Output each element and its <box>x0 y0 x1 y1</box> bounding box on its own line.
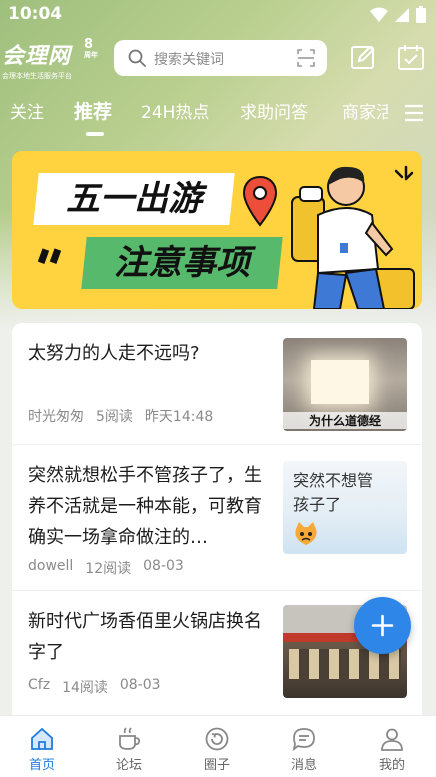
article-feed: 太努力的人走不远吗? 时光匆匆 5阅读 昨天14:48 为什么道德经 突然就想松… <box>12 323 422 723</box>
article-title[interactable]: 新时代广场香佰里火锅店换名字了 <box>28 606 276 668</box>
traveler-illustration <box>291 165 415 309</box>
article-reads: 12阅读 <box>85 561 132 577</box>
article-item[interactable]: 突然就想松手不管孩子了，生养不活就是一种本能，可教育确实一场拿命做注的… dow… <box>12 445 422 591</box>
top-bar: 会理网 8 周年 会理本地生活服务平台 搜索关键词 <box>0 36 436 84</box>
tab-recommend[interactable]: 推荐 <box>74 97 112 124</box>
article-title[interactable]: 太努力的人走不远吗? <box>28 338 276 369</box>
tab-follow[interactable]: 关注 <box>10 98 44 123</box>
article-meta: dowell 12阅读 08-03 <box>28 558 184 578</box>
nav-mine-label: 我的 <box>378 758 405 773</box>
article-time: 08-03 <box>119 677 161 693</box>
article-meta: 时光匆匆 5阅读 昨天14:48 <box>28 406 213 426</box>
article-meta: Cfz 14阅读 08-03 <box>28 677 161 697</box>
checkin-calendar-icon[interactable] <box>396 42 426 72</box>
wifi-icon <box>370 7 388 22</box>
anniversary-number: 8 <box>84 37 94 52</box>
article-item[interactable]: 太努力的人走不远吗? 时光匆匆 5阅读 昨天14:48 为什么道德经 <box>12 323 422 445</box>
article-thumbnail[interactable]: 为什么道德经 <box>283 338 407 431</box>
app-logo[interactable]: 会理网 8 周年 会理本地生活服务平台 <box>2 38 106 82</box>
article-title[interactable]: 突然就想松手不管孩子了，生养不活就是一种本能，可教育确实一场拿命做注的… <box>28 460 276 553</box>
status-icons <box>370 6 426 23</box>
thumb-window-light <box>311 360 369 404</box>
status-time: 10:04 <box>8 4 63 24</box>
angry-cat-emoji-icon <box>295 522 317 545</box>
logo-slogan: 会理本地生活服务平台 <box>2 72 72 80</box>
post-edit-icon[interactable] <box>348 42 378 72</box>
battery-icon <box>416 6 426 23</box>
nav-circle-label: 圈子 <box>203 758 230 773</box>
circle-refresh-icon <box>205 727 229 751</box>
person-icon <box>381 728 403 751</box>
active-tab-indicator <box>86 132 104 136</box>
plus-icon <box>371 614 394 637</box>
thumb-caption: 突然不想管孩子了 <box>293 471 374 514</box>
cup-icon <box>119 727 141 750</box>
article-author: dowell <box>28 558 74 574</box>
thumb-caption: 为什么道德经 <box>283 412 407 429</box>
banner-line2: 注意事项 <box>114 243 250 283</box>
nav-home-label: 首页 <box>28 758 55 773</box>
tab-help-qa[interactable]: 求助问答 <box>240 98 308 123</box>
nav-circle[interactable]: 圈子 <box>187 726 247 773</box>
article-author: Cfz <box>28 677 51 693</box>
nav-messages-label: 消息 <box>290 758 317 773</box>
article-thumbnail[interactable]: 突然不想管孩子了 <box>283 461 407 554</box>
search-icon <box>128 49 146 67</box>
logo-text: 会理网 <box>2 43 72 69</box>
article-reads: 5阅读 <box>96 409 133 425</box>
search-placeholder: 搜索关键词 <box>154 52 224 68</box>
tab-24h-hot[interactable]: 24H热点 <box>141 98 209 123</box>
signal-icon <box>395 7 409 22</box>
anniversary-unit: 周年 <box>84 51 98 59</box>
article-time: 08-03 <box>143 558 184 574</box>
banner-line1: 五一出游 <box>66 179 202 219</box>
tab-merchant[interactable]: 商家活 <box>342 98 388 123</box>
category-tabs: 关注 推荐 24H热点 求助问答 商家活 <box>0 92 436 136</box>
promo-banner[interactable]: 五一出游 注意事项 <box>12 151 422 309</box>
article-author: 时光匆匆 <box>28 409 84 425</box>
nav-home[interactable]: 首页 <box>12 726 72 773</box>
search-bar[interactable]: 搜索关键词 <box>114 40 327 76</box>
anniversary-badge: 8 周年 <box>84 38 98 59</box>
quote-mark-icon <box>38 248 62 264</box>
add-post-button[interactable] <box>354 597 411 654</box>
article-reads: 14阅读 <box>62 680 108 696</box>
nav-forum-label: 论坛 <box>115 758 142 773</box>
chat-bubble-icon <box>292 728 315 752</box>
location-pin-icon <box>242 175 278 227</box>
scan-icon[interactable] <box>297 49 315 67</box>
nav-messages[interactable]: 消息 <box>274 726 334 773</box>
home-icon <box>31 727 53 750</box>
nav-mine[interactable]: 我的 <box>362 726 422 773</box>
menu-icon[interactable] <box>404 104 424 122</box>
nav-forum[interactable]: 论坛 <box>99 726 159 773</box>
bottom-navigation: 首页 论坛 圈子 消息 我的 <box>0 715 436 777</box>
article-time: 昨天14:48 <box>144 409 214 425</box>
status-bar: 10:04 <box>0 0 436 30</box>
